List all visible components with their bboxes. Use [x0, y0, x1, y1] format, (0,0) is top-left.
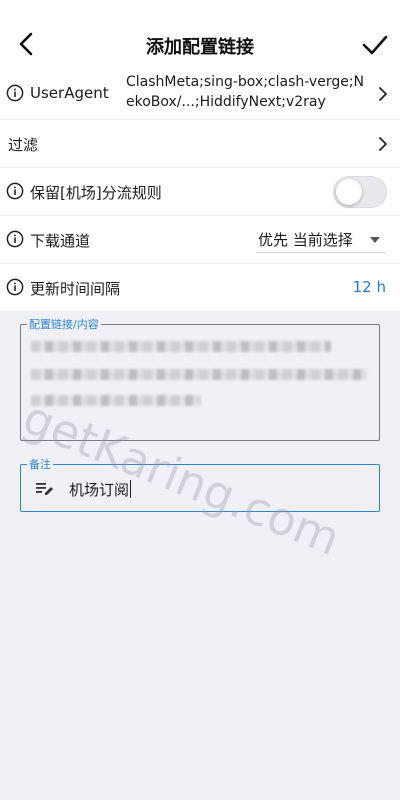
app-bar: 添加配置链接	[0, 0, 400, 70]
notes-edit-icon	[36, 483, 53, 495]
setting-keep-rules: 保留[机场]分流规则	[0, 167, 400, 215]
download-channel-dropdown[interactable]: 优先 当前选择	[256, 228, 386, 253]
setting-update-interval[interactable]: 更新时间间隔 12 h	[0, 263, 400, 311]
keep-rules-label: 保留[机场]分流规则	[30, 184, 162, 202]
check-icon[interactable]	[361, 32, 389, 58]
note-label: 备注	[27, 456, 53, 472]
dropdown-arrow-icon	[370, 237, 380, 243]
download-channel-value: 优先 当前选择	[258, 231, 353, 249]
settings-list: UserAgent ClashMeta;sing-box;clash-verge…	[0, 70, 400, 311]
update-interval-value: 12 h	[352, 278, 386, 296]
setting-filter[interactable]: 过滤	[0, 119, 400, 167]
setting-download-channel: 下载通道 优先 当前选择	[0, 215, 400, 263]
toggle-knob	[336, 179, 362, 205]
redacted-text-line	[31, 341, 331, 352]
page-title: 添加配置链接	[146, 37, 254, 58]
user-agent-label: UserAgent	[30, 84, 109, 102]
info-icon[interactable]	[6, 182, 24, 200]
note-value-text: 机场订阅	[69, 481, 130, 499]
user-agent-value: ClashMeta;sing-box;clash-verge;NekoBox/.…	[126, 74, 365, 110]
chevron-right-icon	[379, 87, 387, 101]
info-icon[interactable]	[6, 278, 24, 296]
info-icon[interactable]	[6, 84, 24, 102]
download-channel-label: 下载通道	[30, 232, 91, 250]
keep-rules-toggle[interactable]	[333, 176, 387, 208]
update-interval-label: 更新时间间隔	[30, 280, 121, 298]
chevron-right-icon	[379, 137, 387, 151]
info-icon[interactable]	[6, 230, 24, 248]
filter-label: 过滤	[8, 136, 39, 154]
config-link-label: 配置链接/内容	[27, 316, 101, 332]
redacted-text-line	[31, 369, 367, 380]
setting-user-agent[interactable]: UserAgent ClashMeta;sing-box;clash-verge…	[0, 70, 400, 119]
